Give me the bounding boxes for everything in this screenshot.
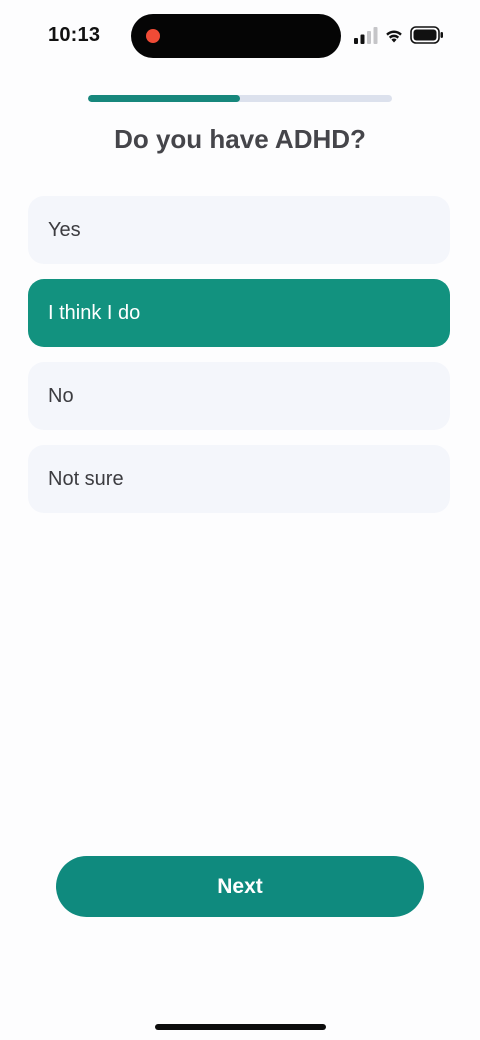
answer-option-label: I think I do xyxy=(48,301,141,324)
recording-indicator-icon xyxy=(146,29,160,43)
status-time: 10:13 xyxy=(48,24,101,46)
answer-option[interactable]: I think I do xyxy=(28,279,450,347)
answer-option[interactable]: Not sure xyxy=(28,445,450,513)
battery-icon xyxy=(410,26,443,44)
answer-option-label: Yes xyxy=(48,218,81,241)
question-title: Do you have ADHD? xyxy=(114,124,366,154)
answer-option-label: No xyxy=(48,384,74,407)
progress-bar-fill xyxy=(88,95,240,102)
dynamic-island xyxy=(131,14,341,58)
home-indicator[interactable] xyxy=(155,1024,326,1030)
answer-options: Yes I think I do No Not sure xyxy=(28,196,450,528)
status-bar: 10:13 xyxy=(0,0,480,72)
answer-option[interactable]: Yes xyxy=(28,196,450,264)
next-button[interactable]: Next xyxy=(56,856,424,917)
status-icons xyxy=(354,26,446,46)
answer-option[interactable]: No xyxy=(28,362,450,430)
progress-bar xyxy=(88,95,392,102)
signal-icon xyxy=(354,27,378,44)
wifi-icon xyxy=(386,30,402,43)
answer-option-label: Not sure xyxy=(48,467,124,490)
